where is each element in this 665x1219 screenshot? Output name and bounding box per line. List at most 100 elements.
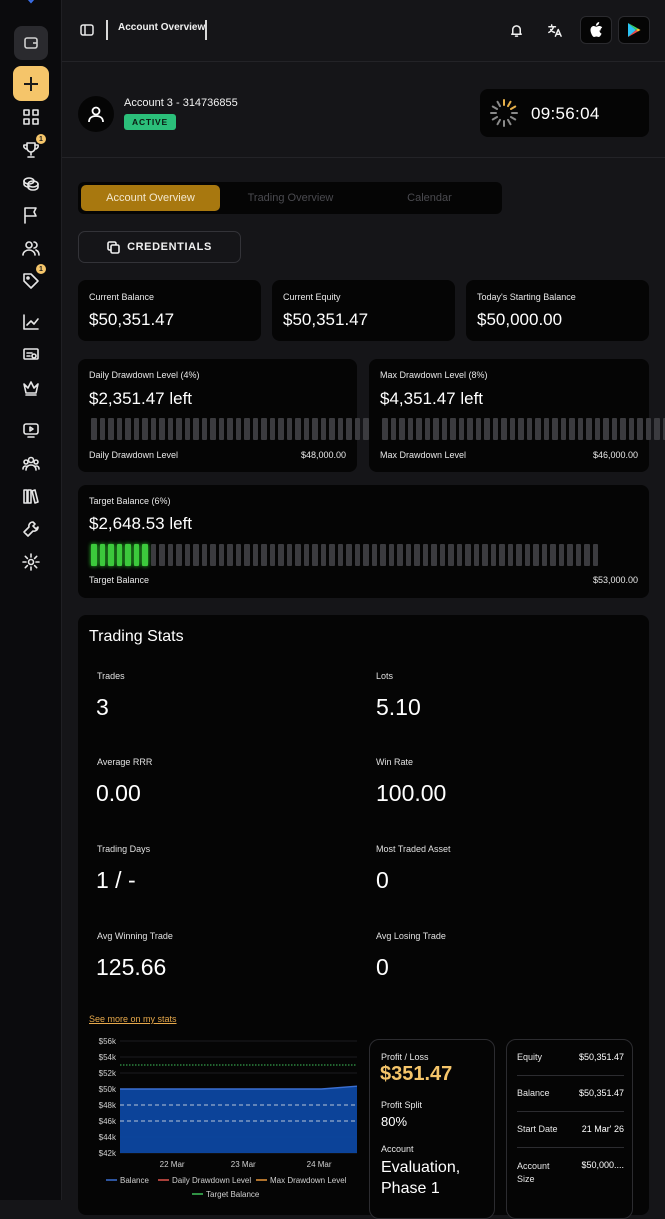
card-foot-value: $46,000.00 [593,450,638,460]
progress-segment [389,544,395,566]
account-header: Account 3 - 314736855 ACTIVE 09:56:04 [62,63,665,158]
sidebar-item-payouts[interactable] [19,171,43,195]
progress-segment [193,544,199,566]
legend-label: Daily Drawdown Level [172,1176,251,1185]
progress-segment [304,544,310,566]
sidebar-item-certificates[interactable] [19,343,43,367]
progress-segment [219,544,225,566]
y-tick-label: $48k [99,1101,117,1110]
progress-segment [312,418,318,440]
progress-segment [185,544,191,566]
sidebar-item-videos[interactable] [19,418,43,442]
progress-segment [142,418,148,440]
card-label: Target Balance (6%) [89,496,171,506]
group-icon [22,454,40,472]
card-label: Max Drawdown Level (8%) [380,370,488,380]
detail-value: $50,351.47 [579,1088,624,1098]
progress-segment [629,418,635,440]
progress-segment [535,418,541,440]
add-account-button[interactable] [13,66,49,101]
progress-segment [499,544,505,566]
card-foot-label: Max Drawdown Level [380,450,466,460]
current-equity-card: Current Equity $50,351.47 [272,280,455,341]
progress-segment [295,418,301,440]
stat-label: Lots [376,671,393,681]
progress-segment [91,544,97,566]
card-value: $50,351.47 [89,310,174,330]
progress-segment [363,544,369,566]
sidebar-toggle-icon[interactable] [79,22,95,38]
progress-segment [491,544,497,566]
progress-segment [559,544,565,566]
progress-segment [510,418,516,440]
stat-label: Avg Losing Trade [376,931,446,941]
sidebar-item-tools[interactable] [19,517,43,541]
spinner-tick [498,120,501,124]
progress-segment [552,418,558,440]
progress-segment [176,418,182,440]
progress-segment [253,418,259,440]
books-icon [22,487,40,505]
sidebar-item-analytics[interactable] [19,310,43,334]
progress-segment [501,418,507,440]
stat-value: 0.00 [96,780,141,807]
progress-segment [586,418,592,440]
spinner-tick [511,107,515,110]
tab-account-overview[interactable]: Account Overview [81,185,220,211]
progress-segment [467,418,473,440]
progress-segment [484,418,490,440]
sidebar-item-library[interactable] [19,484,43,508]
users-icon [22,239,40,257]
wallet-button[interactable] [14,26,48,60]
card-label: Current Equity [283,292,341,302]
coins-icon [22,174,40,192]
account-details-card: Equity $50,351.47 Balance $50,351.47 Sta… [506,1039,633,1219]
app-store-button[interactable] [580,16,612,44]
apple-icon [589,22,603,38]
progress-segment [620,418,626,440]
tab-calendar[interactable]: Calendar [360,185,499,211]
progress-segment [329,418,335,440]
topbar: Account Overview [62,0,665,62]
brand-logo-icon[interactable] [22,0,40,8]
see-more-stats-link[interactable]: See more on my stats [89,1014,177,1024]
user-icon [86,104,106,124]
x-tick-label: 24 Mar [307,1160,332,1169]
stat-value: 125.66 [96,954,166,981]
stat-value: 3 [96,694,109,721]
detail-value: $50,000.... [581,1160,624,1170]
tab-trading-overview[interactable]: Trading Overview [221,185,360,211]
bell-icon [509,23,524,38]
page-title: Account Overview [118,22,205,33]
sidebar-item-affiliates[interactable] [19,451,43,475]
sidebar-item-community[interactable] [19,236,43,260]
avatar[interactable] [78,96,114,132]
sidebar-item-leaderboard[interactable] [19,376,43,400]
progress-segment [431,544,437,566]
progress-segment [576,544,582,566]
progress-segment [193,418,199,440]
progress-segment [457,544,463,566]
y-tick-label: $44k [99,1133,117,1142]
progress-segment [151,418,157,440]
language-button[interactable] [544,20,564,40]
detail-row: Account Size $50,000.... [517,1148,624,1184]
overview-tabs: Account Overview Trading Overview Calend… [78,182,502,214]
translate-icon [547,23,562,38]
sidebar-item-settings[interactable] [19,550,43,574]
progress-segment [134,544,140,566]
sidebar-item-challenges[interactable] [19,203,43,227]
detail-label: Account Size [517,1160,563,1186]
progress-segment [465,544,471,566]
y-tick-label: $56k [99,1037,117,1046]
progress-segment [304,418,310,440]
stat-value: 5.10 [376,694,421,721]
progress-segment [448,544,454,566]
progress-segment [450,418,456,440]
profit-card: Profit / Loss $351.47 Profit Split 80% A… [369,1039,495,1219]
notifications-button[interactable] [506,20,526,40]
credentials-button[interactable]: CREDENTIALS [78,231,241,263]
sidebar-item-dashboard[interactable] [19,105,43,129]
play-store-button[interactable] [618,16,650,44]
progress-segment [408,418,414,440]
